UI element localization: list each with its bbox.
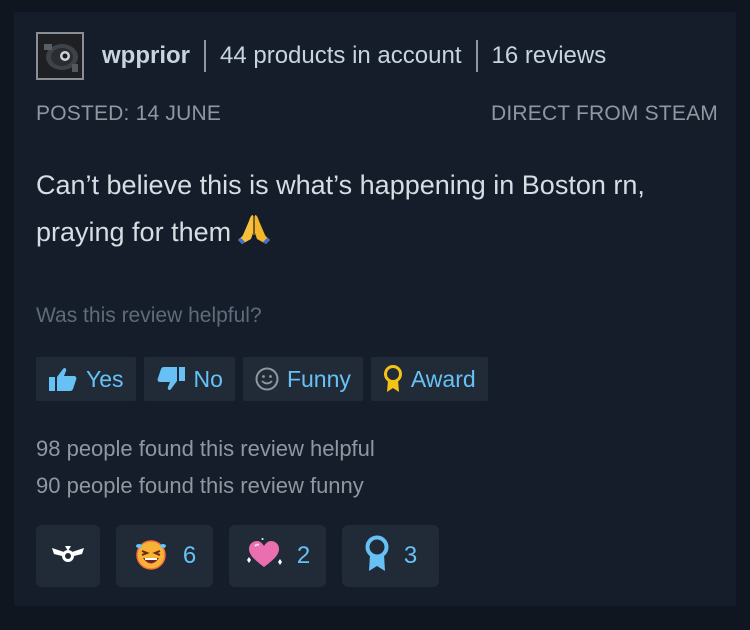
reaction-award[interactable]: 3 — [342, 525, 439, 587]
laughing-face-icon — [133, 536, 169, 577]
funny-label: Funny — [286, 365, 351, 392]
products-count[interactable]: 44 products in account — [220, 42, 462, 70]
robot-avatar-icon — [38, 34, 82, 78]
funny-count: 90 people found this review funny — [36, 473, 364, 498]
yes-button[interactable]: Yes — [36, 357, 136, 401]
review-meta: POSTED: 14 JUNE DIRECT FROM STEAM — [36, 102, 718, 126]
reaction-count: 2 — [296, 542, 311, 569]
reaction-heart[interactable]: 2 — [229, 525, 326, 587]
posted-date: POSTED: 14 JUNE — [36, 102, 222, 125]
page-bottom-margin — [0, 606, 750, 630]
divider — [204, 40, 206, 72]
award-ribbon-icon — [383, 365, 403, 393]
review-text-line: praying for them — [36, 209, 726, 260]
reaction-winged-award[interactable] — [36, 525, 100, 587]
helpful-question: Was this review helpful? — [36, 304, 262, 327]
yes-label: Yes — [86, 365, 124, 392]
review-card: wpprior 44 products in account 16 review… — [14, 12, 736, 606]
reaction-count: 3 — [403, 542, 418, 569]
review-text-line: Can’t believe this is what’s happening i… — [36, 170, 645, 200]
username[interactable]: wpprior — [102, 42, 190, 70]
divider — [475, 40, 478, 72]
thumbs-down-icon — [156, 366, 186, 392]
reaction-count: 6 — [182, 542, 197, 569]
review-header: wpprior 44 products in account 16 review… — [36, 30, 606, 82]
award-ribbon-icon — [364, 535, 390, 578]
review-stats: 98 people found this review helpful 90 p… — [36, 430, 375, 504]
winged-award-icon — [50, 542, 86, 571]
reviews-count[interactable]: 16 reviews — [492, 42, 607, 70]
sparkling-heart-icon — [245, 537, 283, 575]
award-label: Award — [410, 365, 476, 392]
helpful-count: 98 people found this review helpful — [36, 436, 375, 461]
reaction-laughing[interactable]: 6 — [116, 525, 213, 587]
award-button[interactable]: Award — [370, 357, 488, 401]
reactions-bar: 6 2 3 — [36, 525, 439, 587]
review-body: Can’t believe this is what’s happening i… — [36, 162, 726, 260]
praying-hands-icon — [237, 213, 271, 260]
review-source: DIRECT FROM STEAM — [490, 102, 718, 125]
smiley-icon — [255, 367, 279, 391]
avatar[interactable] — [36, 32, 84, 80]
thumbs-up-icon — [48, 366, 78, 392]
review-text-line-2: praying for them — [36, 217, 232, 247]
no-button[interactable]: No — [143, 357, 235, 401]
no-label: No — [193, 365, 223, 392]
funny-button[interactable]: Funny — [242, 357, 363, 401]
vote-buttons: Yes No Funny Award — [36, 357, 488, 401]
